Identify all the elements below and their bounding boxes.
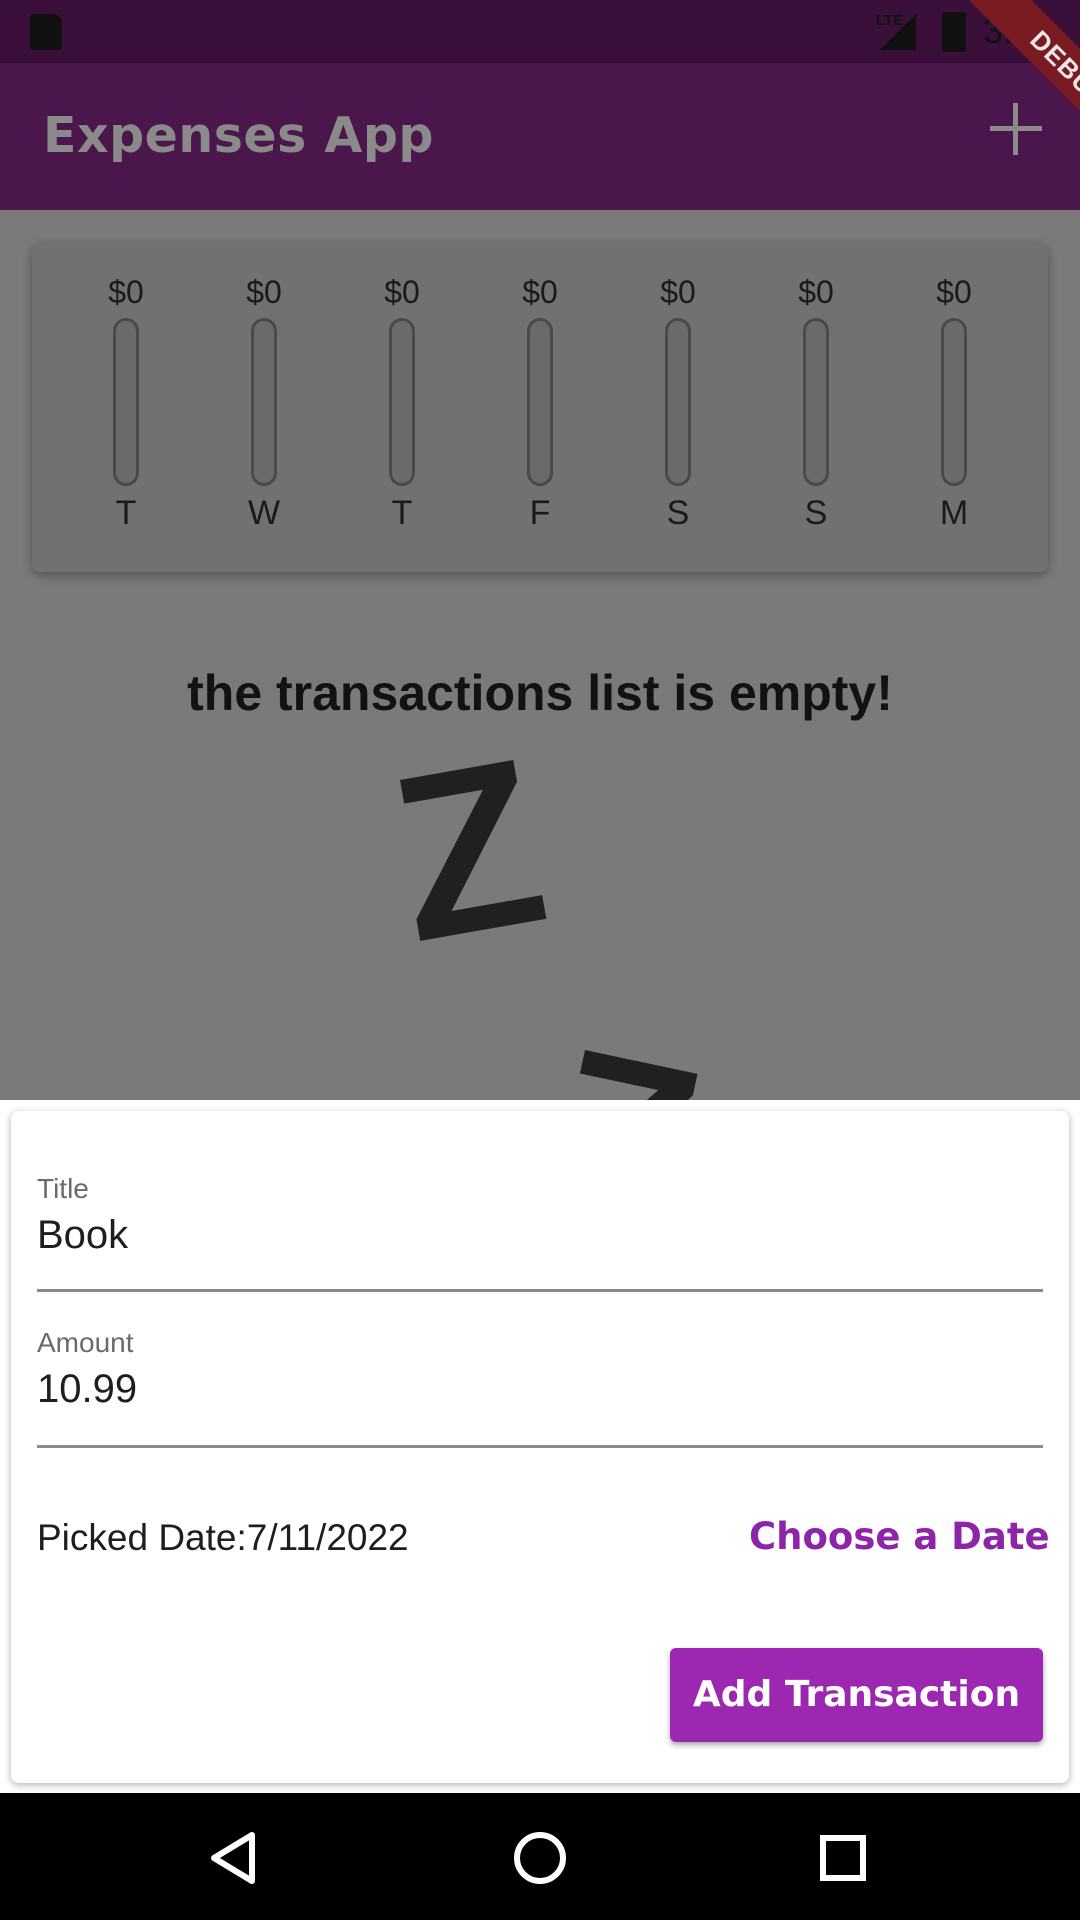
signal-icon (880, 14, 916, 50)
status-clock: 3:38 (983, 10, 1054, 51)
title-input[interactable]: Book (37, 1213, 1043, 1258)
amount-field-label: Amount (37, 1327, 134, 1358)
title-field-label: Title (37, 1173, 89, 1204)
sleeping-zzz-icon (400, 760, 698, 1100)
amount-field[interactable]: Amount 10.99 (37, 1327, 1043, 1412)
title-underline (37, 1289, 1043, 1292)
choose-date-button[interactable]: Choose a Date (749, 1515, 1050, 1558)
home-icon[interactable] (505, 1823, 575, 1893)
sd-card-icon (30, 14, 62, 50)
title-field[interactable]: Title Book (37, 1173, 1043, 1258)
app-bar: Expenses App (0, 63, 1080, 210)
back-icon[interactable] (200, 1823, 270, 1893)
amount-underline (37, 1445, 1043, 1448)
add-transaction-button[interactable]: Add Transaction (670, 1648, 1043, 1742)
recents-icon[interactable] (808, 1823, 878, 1893)
page-title: Expenses App (43, 107, 434, 164)
add-transaction-icon-button[interactable] (990, 103, 1042, 155)
amount-input[interactable]: 10.99 (37, 1367, 1043, 1412)
status-bar: LTE 3:38 (0, 0, 1080, 63)
picked-date-text: Picked Date:7/11/2022 (37, 1517, 409, 1558)
main-content[interactable]: $0 T $0 W $0 T $0 F $0 S $0 S $0 M the transactions l… (0, 210, 1080, 1100)
new-transaction-form: Title Book Amount 10.99 Picked Date:7/11… (11, 1111, 1069, 1783)
system-nav-bar (0, 1793, 1080, 1920)
battery-icon (942, 12, 966, 52)
